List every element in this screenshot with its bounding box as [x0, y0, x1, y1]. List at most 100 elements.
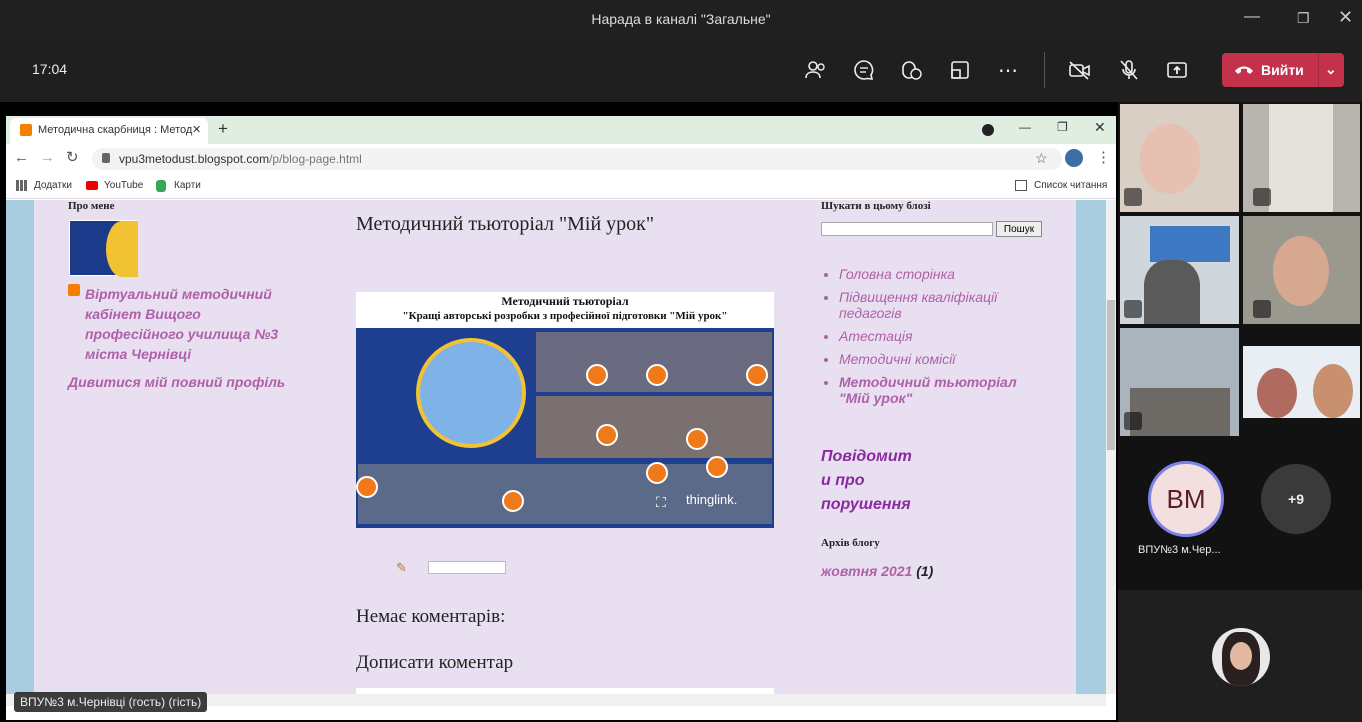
meeting-toolbar: 17:04 ⋯ Вийти ⌄: [0, 38, 1362, 102]
participants-icon[interactable]: [803, 57, 829, 83]
profile-avatar[interactable]: [1065, 149, 1083, 167]
hotspot-icon[interactable]: [356, 476, 378, 498]
participant-tile[interactable]: [1120, 104, 1239, 212]
back-icon[interactable]: ←: [14, 149, 29, 166]
browser-tabstrip: Методична скарбниця : Метод ✕ + — ❐ ✕: [6, 116, 1116, 144]
hotspot-icon[interactable]: [746, 364, 768, 386]
shared-browser-window: Методична скарбниця : Метод ✕ + — ❐ ✕ ← …: [6, 116, 1116, 720]
share-screen-icon[interactable]: [1164, 57, 1190, 83]
new-tab-icon[interactable]: +: [218, 119, 228, 139]
bookmark-star-icon[interactable]: ☆: [1035, 150, 1048, 167]
more-actions-icon[interactable]: ⋯: [995, 57, 1021, 83]
self-avatar[interactable]: [1212, 628, 1270, 686]
bookmark-youtube[interactable]: YouTube: [104, 180, 143, 191]
browser-restore-icon[interactable]: ❐: [1057, 120, 1068, 134]
address-bar[interactable]: vpu3metodust.blogspot.com/p/blog-page.ht…: [92, 148, 1062, 170]
blogger-icon: [68, 284, 80, 296]
blogger-favicon-icon: [20, 124, 32, 136]
leave-label: Вийти: [1261, 62, 1304, 78]
hotspot-icon[interactable]: [586, 364, 608, 386]
hotspot-icon[interactable]: [646, 462, 668, 484]
nav-tutorial[interactable]: Методичний тьюторіал "Мій урок": [839, 374, 1049, 406]
browser-menu-icon[interactable]: ⋮: [1096, 148, 1111, 166]
image-subtitle: "Кращі авторські розробки з професійної …: [402, 310, 728, 322]
no-comments-heading: Немає коментарів:: [356, 606, 506, 627]
scroll-thumb[interactable]: [1107, 300, 1115, 450]
participant-tile[interactable]: [1120, 328, 1239, 436]
edit-pencil-icon[interactable]: ✎: [396, 560, 407, 576]
college-emblem: [416, 338, 526, 448]
hotspot-icon[interactable]: [502, 490, 524, 512]
apps-grid-icon: [16, 180, 27, 191]
participant-face: [1313, 364, 1353, 418]
more-participants-button[interactable]: +9: [1261, 464, 1331, 534]
leave-button[interactable]: Вийти ⌄: [1222, 53, 1344, 87]
nav-attestation[interactable]: Атестація: [839, 328, 1049, 344]
nav-method-commissions[interactable]: Методичні комісії: [839, 351, 1049, 367]
profile-image-accent: [106, 221, 138, 277]
blog-page: Про мене Віртуальний методичний кабінет …: [6, 200, 1106, 694]
reading-list-icon: [1015, 180, 1027, 191]
hotspot-icon[interactable]: [646, 364, 668, 386]
blog-nav-list: Головна сторінка Підвищення кваліфікації…: [839, 266, 1049, 413]
blog-search-input[interactable]: [821, 222, 993, 236]
maximize-icon[interactable]: ❐: [1297, 10, 1310, 27]
profile-name-link[interactable]: Віртуальний методичний кабінет Вищого пр…: [85, 284, 297, 364]
thinglink-image[interactable]: Методичний тьюторіал "Кращі авторські ро…: [356, 292, 774, 528]
bookmark-maps[interactable]: Карти: [174, 180, 201, 191]
blog-search-button[interactable]: Пошук: [996, 221, 1042, 237]
hotspot-icon[interactable]: [686, 428, 708, 450]
close-icon[interactable]: ✕: [1338, 7, 1353, 28]
teams-titlebar: Нарада в каналі "Загальне" — ❐ ✕: [0, 0, 1362, 38]
participant-background: [1269, 104, 1333, 212]
self-avatar-face: [1230, 642, 1252, 670]
mic-off-icon: [1124, 300, 1142, 318]
participant-tile[interactable]: [1243, 346, 1360, 418]
reactions-icon[interactable]: [898, 57, 924, 83]
forward-icon[interactable]: →: [40, 149, 55, 166]
self-view-panel: [1118, 590, 1362, 722]
chevron-down-icon[interactable]: ⌄: [1325, 61, 1337, 78]
hotspot-icon[interactable]: [706, 456, 728, 478]
reload-icon[interactable]: ↻: [66, 148, 79, 166]
vertical-scrollbar[interactable]: [1106, 200, 1116, 694]
share-buttons[interactable]: [428, 561, 506, 574]
archive-item[interactable]: жовтня 2021 (1): [821, 563, 933, 579]
fullscreen-icon[interactable]: ⛶: [656, 494, 666, 511]
hotspot-icon[interactable]: [596, 424, 618, 446]
rooms-icon[interactable]: [947, 57, 973, 83]
camera-off-icon[interactable]: [1067, 57, 1093, 83]
profile-full-link[interactable]: Дивитися мій повний профіль: [68, 374, 285, 390]
mic-off-icon[interactable]: [1116, 57, 1142, 83]
photo-row-2: [536, 396, 772, 458]
nav-home[interactable]: Головна сторінка: [839, 266, 1049, 282]
mic-off-icon: [1253, 300, 1271, 318]
about-heading: Про мене: [68, 200, 115, 212]
report-abuse-link[interactable]: Повідомит и про порушення: [821, 445, 912, 517]
minimize-icon[interactable]: —: [1244, 8, 1260, 26]
reading-list[interactable]: Список читання: [1034, 180, 1107, 191]
browser-close-icon[interactable]: ✕: [1094, 119, 1106, 136]
post-title: Методичний тьюторіал "Мій урок": [356, 213, 655, 235]
browser-toolbar: ← → ↻ vpu3metodust.blogspot.com/p/blog-p…: [6, 144, 1116, 174]
participant-tile[interactable]: [1243, 216, 1360, 324]
participant-face: [1140, 124, 1200, 194]
mic-off-icon: [1124, 412, 1142, 430]
archive-heading: Архів блогу: [821, 537, 880, 549]
participant-face: [1144, 260, 1200, 324]
participant-tile[interactable]: [1120, 216, 1239, 324]
browser-minimize-icon[interactable]: —: [1019, 120, 1031, 134]
phone-hangup-icon: [1235, 66, 1253, 74]
profile-image[interactable]: [69, 220, 138, 277]
nav-training[interactable]: Підвищення кваліфікації педагогів: [839, 289, 1049, 321]
tab-close-icon[interactable]: ✕: [192, 123, 201, 136]
chat-icon[interactable]: [851, 57, 877, 83]
browser-tab[interactable]: Методична скарбниця : Метод ✕: [10, 118, 208, 144]
tab-search-icon[interactable]: [982, 124, 994, 136]
bookmark-apps[interactable]: Додатки: [34, 180, 72, 191]
search-heading: Шукати в цьому блозі: [821, 200, 931, 212]
lock-icon: [102, 153, 110, 163]
participant-tile[interactable]: [1243, 104, 1360, 212]
participant-avatar[interactable]: ВМ: [1148, 461, 1224, 537]
window-title: Нарада в каналі "Загальне": [591, 11, 771, 27]
